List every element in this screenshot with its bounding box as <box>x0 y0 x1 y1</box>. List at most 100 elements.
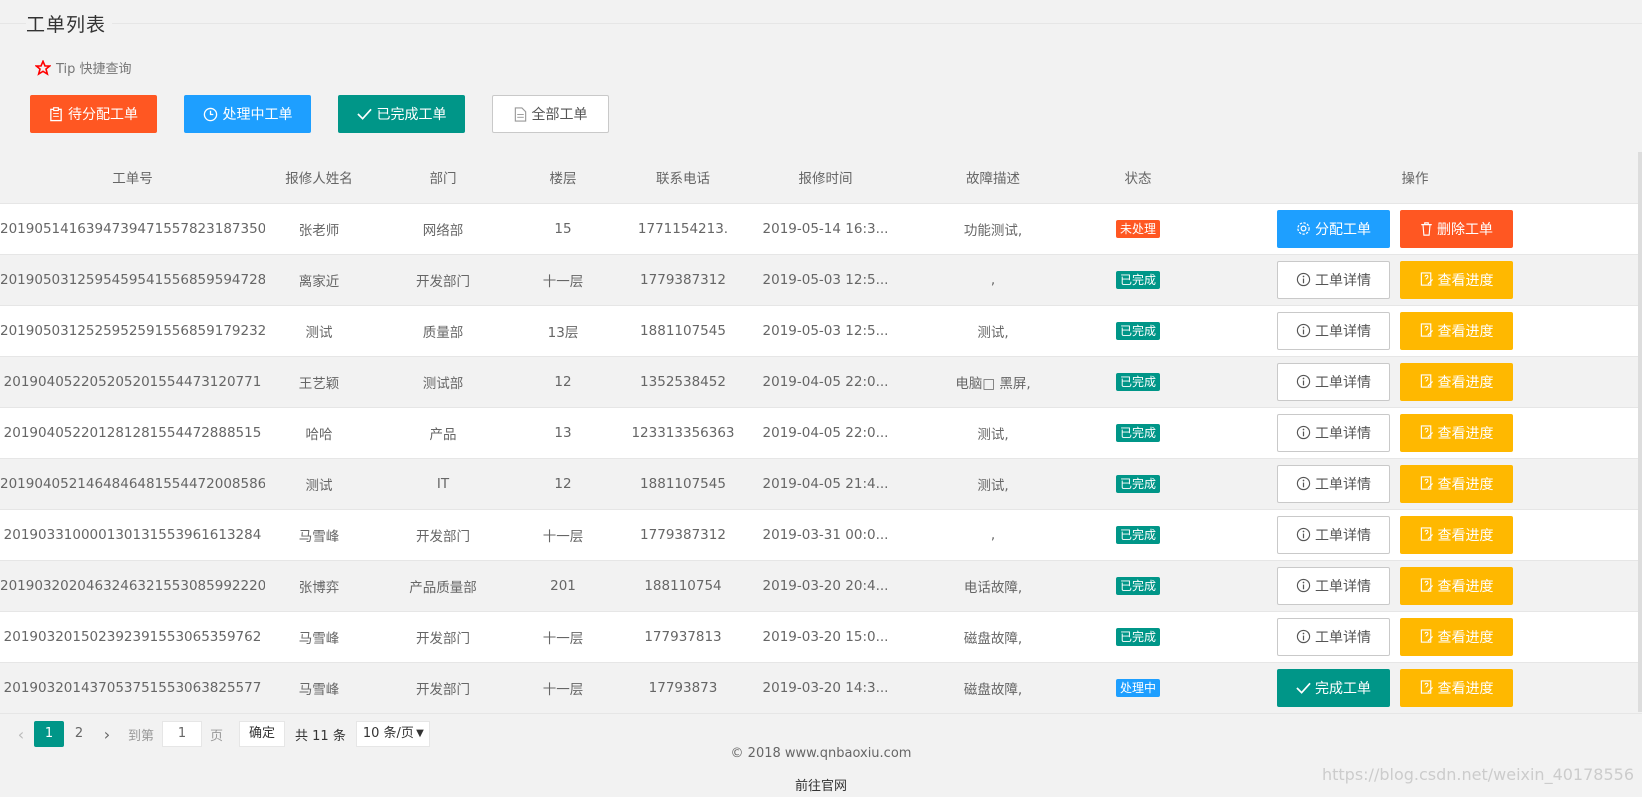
total-count: 共 11 条 <box>295 728 346 744</box>
row-actions: 工单详情 查看进度 <box>1188 464 1642 503</box>
col-reporter[interactable]: 报修人姓名 <box>265 152 373 204</box>
page-title: 工单列表 <box>26 10 113 37</box>
order-detail-button[interactable]: 工单详情 <box>1277 464 1390 503</box>
cell-floor: 十一层 <box>513 662 613 714</box>
order-id: 2019040522012812815544728885​15 <box>3 424 262 441</box>
action-label: 查看进度 <box>1437 527 1494 544</box>
order-detail-button[interactable]: 工单详情 <box>1277 311 1390 350</box>
cell-reporter: 马雪峰 <box>265 662 373 714</box>
processing-orders-button[interactable]: 处理中工单 <box>184 95 311 133</box>
order-id: 2019040522052052015544731207​71 <box>3 373 262 390</box>
progress-doc-icon <box>1420 578 1433 592</box>
cell-time: 2019-04-05 21:4... <box>753 458 898 510</box>
order-id: 2019032014370537515530638255​77 <box>3 679 262 696</box>
view-progress-button[interactable]: 查看进度 <box>1400 617 1513 656</box>
prev-page-icon[interactable]: ‹ <box>8 725 34 744</box>
action-label: 工单详情 <box>1315 476 1371 493</box>
col-status[interactable]: 状态 <box>1088 152 1188 204</box>
view-progress-button[interactable]: 查看进度 <box>1400 260 1513 299</box>
cell-description: , <box>898 509 1088 561</box>
gear-icon <box>1297 222 1310 235</box>
action-label: 查看进度 <box>1437 272 1494 289</box>
page-size-select[interactable]: 10 条/页 ▼ <box>355 721 430 747</box>
cell-department: 测试部 <box>373 356 513 408</box>
vertical-scrollbar[interactable] <box>1638 152 1642 712</box>
check-icon <box>1296 682 1311 694</box>
table-row: 2019032020463246321553085992220 张博弈 产品质量部 2… <box>0 560 1642 612</box>
cell-status: 已完成 <box>1088 356 1188 408</box>
col-floor[interactable]: 楼层 <box>513 152 613 204</box>
cell-order-id: 2019032014370537515530638255​77 <box>0 662 265 714</box>
cell-department: 网络部 <box>373 203 513 255</box>
cell-order-id: 2019040522012812815544728885​15 <box>0 407 265 459</box>
assign-order-button[interactable]: 分配工单 <box>1277 209 1390 248</box>
cell-order-id: 2019032020463246321553085992220 <box>0 560 265 612</box>
completed-orders-label: 已完成工单 <box>376 107 447 123</box>
cell-phone: 123313356363 <box>613 407 753 459</box>
action-label: 工单详情 <box>1315 374 1371 391</box>
table-row: 2019050312595459541556859594728 离家近 开发部门 十一… <box>0 254 1642 306</box>
progress-doc-icon <box>1420 629 1433 643</box>
view-progress-button[interactable]: 查看进度 <box>1400 413 1513 452</box>
cell-phone: 1352538452 <box>613 356 753 408</box>
cell-order-id: 2019051416394739471557823187350 <box>0 203 265 255</box>
order-detail-button[interactable]: 工单详情 <box>1277 413 1390 452</box>
cell-actions: 分配工单 删除工单 <box>1188 203 1642 255</box>
action-label: 查看进度 <box>1437 629 1494 646</box>
order-detail-button[interactable]: 工单详情 <box>1277 362 1390 401</box>
progress-doc-icon <box>1420 323 1433 337</box>
order-detail-button[interactable]: 工单详情 <box>1277 566 1390 605</box>
order-detail-button[interactable]: 工单详情 <box>1277 515 1390 554</box>
watermark: https://blog.csdn.net/weixin_40178556 <box>1321 765 1634 784</box>
status-badge: 已完成 <box>1115 525 1160 544</box>
goto-page-input[interactable]: 1 <box>162 721 203 747</box>
status-badge: 未处理 <box>1115 219 1160 238</box>
info-icon <box>1296 629 1311 644</box>
cell-actions: 工单详情 查看进度 <box>1188 356 1642 408</box>
next-page-icon[interactable]: › <box>94 725 120 744</box>
view-progress-button[interactable]: 查看进度 <box>1400 464 1513 503</box>
cell-actions: 工单详情 查看进度 <box>1188 254 1642 306</box>
page-header: 工单列表 <box>0 0 1642 37</box>
cell-department: 开发部门 <box>373 254 513 306</box>
order-detail-button[interactable]: 工单详情 <box>1277 260 1390 299</box>
cell-reporter: 王艺颖 <box>265 356 373 408</box>
info-icon <box>1296 578 1311 593</box>
info-icon <box>1296 476 1311 491</box>
action-label: 查看进度 <box>1437 680 1494 697</box>
col-time[interactable]: 报修时间 <box>753 152 898 204</box>
order-detail-button[interactable]: 工单详情 <box>1277 617 1390 656</box>
cell-phone: 188110754 <box>613 560 753 612</box>
view-progress-button[interactable]: 查看进度 <box>1400 566 1513 605</box>
cell-description: 测试, <box>898 407 1088 459</box>
delete-order-button[interactable]: 删除工单 <box>1400 209 1513 248</box>
cell-status: 已完成 <box>1088 254 1188 306</box>
cell-description: 磁盘故障, <box>898 611 1088 663</box>
pagination: ‹ 1 2 › 到第 1 页 确定 共 11 条 10 条/页 ▼ <box>8 721 430 747</box>
view-progress-button[interactable]: 查看进度 <box>1400 362 1513 401</box>
view-progress-button[interactable]: 查看进度 <box>1400 668 1513 707</box>
all-orders-button[interactable]: 全部工单 <box>492 95 609 133</box>
cell-description: 测试, <box>898 305 1088 357</box>
cell-floor: 201 <box>513 560 613 612</box>
goto-confirm-button[interactable]: 确定 <box>239 721 286 747</box>
cell-floor: 13 <box>513 407 613 459</box>
goto-label: 到第 <box>128 728 155 744</box>
page-2[interactable]: 2 <box>64 721 94 747</box>
page-1[interactable]: 1 <box>34 721 64 747</box>
pending-orders-button[interactable]: 待分配工单 <box>30 95 157 133</box>
complete-order-button[interactable]: 完成工单 <box>1277 668 1390 707</box>
row-actions: 工单详情 查看进度 <box>1188 566 1642 605</box>
col-phone[interactable]: 联系电话 <box>613 152 753 204</box>
cell-description: 功能测试, <box>898 203 1088 255</box>
action-label: 工单详情 <box>1315 425 1371 442</box>
col-description[interactable]: 故障描述 <box>898 152 1088 204</box>
completed-orders-button[interactable]: 已完成工单 <box>338 95 465 133</box>
view-progress-button[interactable]: 查看进度 <box>1400 515 1513 554</box>
table-row: 2019032014370537515530638255​77 马雪峰 开发部门 十一… <box>0 662 1642 714</box>
cell-reporter: 测试 <box>265 458 373 510</box>
col-department[interactable]: 部门 <box>373 152 513 204</box>
cell-department: IT <box>373 458 513 510</box>
view-progress-button[interactable]: 查看进度 <box>1400 311 1513 350</box>
col-order-id[interactable]: 工单号 <box>0 152 265 204</box>
